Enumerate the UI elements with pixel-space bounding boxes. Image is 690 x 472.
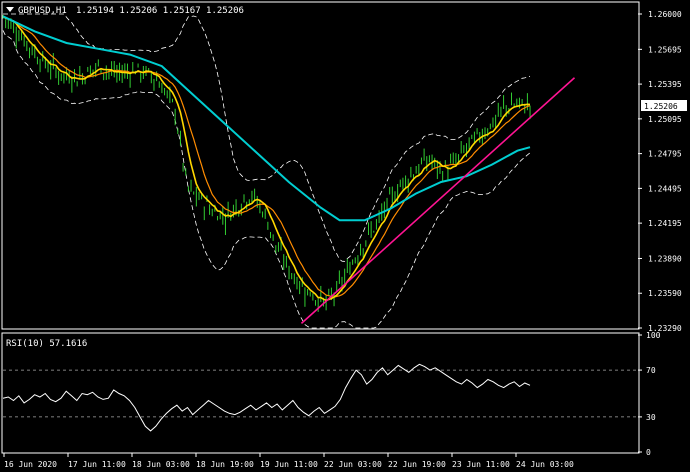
time-tick-label: 22 Jun 19:00 xyxy=(388,460,446,469)
rsi-label: RSI(10) 57.1616 xyxy=(6,339,87,349)
time-tick-label: 18 Jun 03:00 xyxy=(132,460,190,469)
rsi-tick-label: 30 xyxy=(646,413,656,422)
time-tick-label: 24 Jun 03:00 xyxy=(516,460,574,469)
time-tick-label: 23 Jun 11:00 xyxy=(452,460,510,469)
price-tick-label: 1.24795 xyxy=(648,150,682,159)
symbol-label: GBPUSD,H1 xyxy=(18,6,67,16)
price-tick-label: 1.24495 xyxy=(648,184,682,193)
time-tick-label: 18 Jun 19:00 xyxy=(196,460,254,469)
price-tick-label: 1.26000 xyxy=(648,10,682,19)
chart-root: GBPUSD,H1 1.25194 1.25206 1.25167 1.2520… xyxy=(0,0,690,472)
price-tick-label: 1.23890 xyxy=(648,254,682,263)
price-tick-label: 1.25695 xyxy=(648,45,682,54)
current-price-label: 1.25206 xyxy=(644,102,678,111)
time-tick-label: 19 Jun 11:00 xyxy=(260,460,318,469)
time-tick-label: 16 Jun 2020 xyxy=(4,460,57,469)
price-tick-label: 1.25095 xyxy=(648,115,682,124)
rsi-tick-label: 70 xyxy=(646,366,656,375)
time-tick-label: 22 Jun 03:00 xyxy=(324,460,382,469)
time-tick-label: 17 Jun 11:00 xyxy=(68,460,126,469)
rsi-tick-label: 100 xyxy=(646,331,661,340)
price-tick-label: 1.24195 xyxy=(648,219,682,228)
price-tick-label: 1.25395 xyxy=(648,80,682,89)
price-tick-label: 1.23590 xyxy=(648,289,682,298)
rsi-tick-label: 0 xyxy=(646,448,651,457)
ohlc-label: 1.25194 1.25206 1.25167 1.25206 xyxy=(76,6,244,16)
